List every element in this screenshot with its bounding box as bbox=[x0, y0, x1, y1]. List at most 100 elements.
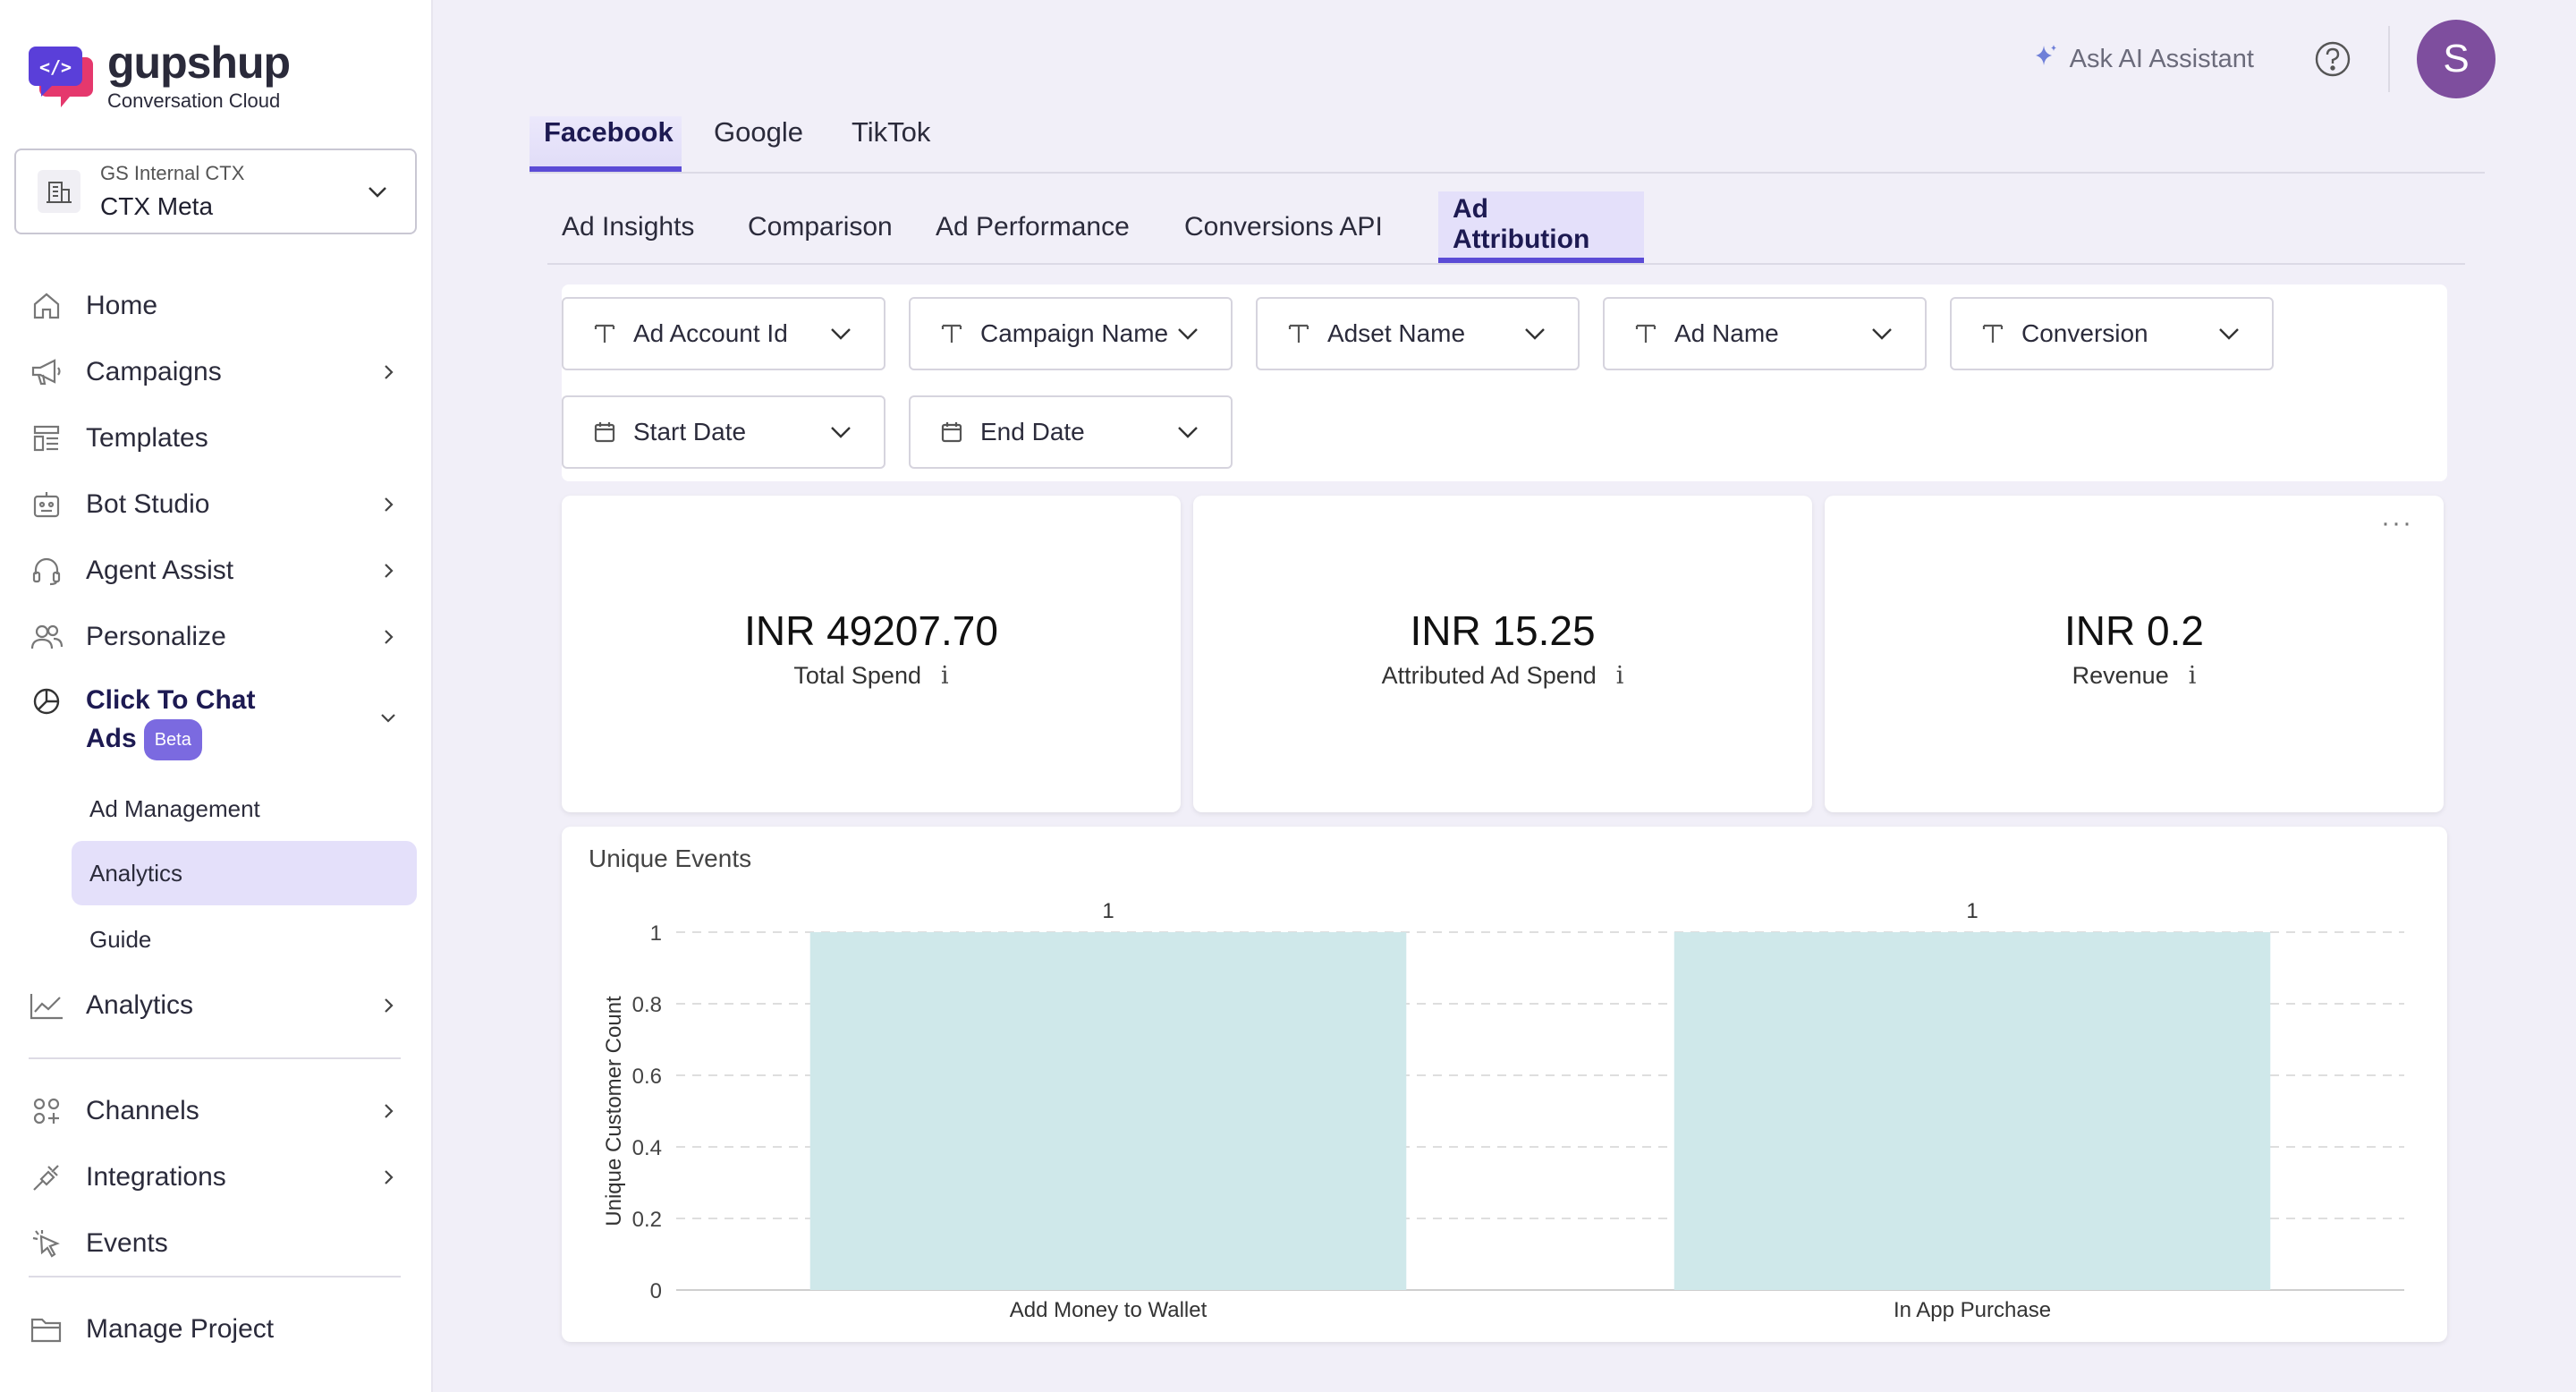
filter-ad-name[interactable]: Ad Name bbox=[1603, 297, 1927, 370]
chevron-right-icon bbox=[372, 555, 404, 587]
project-selector[interactable]: GS Internal CTX CTX Meta bbox=[14, 149, 417, 234]
more-options-icon[interactable]: ··· bbox=[2381, 508, 2413, 539]
tab-facebook[interactable]: Facebook bbox=[530, 116, 682, 172]
sidebar-item-label: Channels bbox=[86, 1096, 199, 1125]
chevron-down-icon bbox=[825, 416, 857, 448]
y-axis-label: Unique Customer Count bbox=[602, 996, 626, 1226]
kpi-value: INR 49207.70 bbox=[744, 607, 998, 654]
beta-badge: Beta bbox=[143, 719, 202, 760]
chevron-down-icon bbox=[372, 701, 404, 734]
filter-end-date[interactable]: End Date bbox=[909, 395, 1233, 469]
bar bbox=[809, 932, 1407, 1290]
chevron-right-icon bbox=[372, 1095, 404, 1127]
sidebar-item-analytics[interactable]: Analytics bbox=[29, 980, 404, 1031]
filter-ad-account-id[interactable]: Ad Account Id bbox=[562, 297, 886, 370]
sidebar-item-label: Bot Studio bbox=[86, 489, 210, 519]
ask-ai-label: Ask AI Assistant bbox=[2069, 44, 2254, 73]
filter-label: Ad Account Id bbox=[633, 319, 788, 347]
sidebar-item-label: Personalize bbox=[86, 622, 226, 651]
templates-icon bbox=[29, 420, 64, 456]
unique-events-bar-chart: 0 0.2 0.4 0.6 0.8 1 Unique Customer Count 1 Add … bbox=[602, 899, 2404, 1322]
filter-label: End Date bbox=[980, 418, 1085, 446]
chevron-down-icon[interactable] bbox=[360, 174, 395, 209]
users-icon bbox=[29, 619, 64, 655]
sidebar-item-click-to-chat-ads[interactable]: Click To Chat Ads Beta bbox=[29, 682, 404, 762]
sidebar-item-agent-assist[interactable]: Agent Assist bbox=[29, 546, 404, 596]
sidebar-subitem-label: Analytics bbox=[89, 859, 183, 887]
sidebar-item-manage-project[interactable]: Manage Project bbox=[29, 1304, 404, 1354]
tab-tiktok[interactable]: TikTok bbox=[837, 116, 945, 172]
kpi-label: Attributed Ad Spend bbox=[1381, 662, 1597, 689]
y-tick-label: 0.6 bbox=[632, 1065, 662, 1089]
filter-adset-name[interactable]: Adset Name bbox=[1256, 297, 1580, 370]
y-tick-label: 0.4 bbox=[632, 1136, 662, 1160]
info-icon[interactable]: i bbox=[941, 662, 949, 690]
sidebar-subitem-ad-management[interactable]: Ad Management bbox=[72, 777, 417, 841]
bot-icon bbox=[29, 487, 64, 522]
chevron-down-icon bbox=[825, 318, 857, 350]
chevron-down-icon bbox=[1172, 318, 1204, 350]
sidebar-item-templates[interactable]: Templates bbox=[29, 413, 404, 463]
filters-panel: Ad Account Id Campaign Name Adset Name A… bbox=[562, 284, 2447, 481]
sidebar-subitem-guide[interactable]: Guide bbox=[72, 907, 417, 972]
help-icon[interactable] bbox=[2313, 39, 2352, 79]
plug-icon bbox=[29, 1159, 64, 1195]
sidebar-item-campaigns[interactable]: Campaigns bbox=[29, 347, 404, 397]
tab-google[interactable]: Google bbox=[699, 116, 818, 172]
sidebar-item-integrations[interactable]: Integrations bbox=[29, 1152, 404, 1202]
text-type-icon bbox=[1980, 321, 2005, 346]
gupshup-logo-icon: </> bbox=[27, 39, 97, 109]
filter-label: Conversion bbox=[2021, 319, 2148, 347]
tab-ad-attribution[interactable]: Ad Attribution bbox=[1438, 191, 1644, 263]
sidebar-subitem-label: Guide bbox=[89, 925, 152, 953]
sidebar-item-events[interactable]: Events bbox=[29, 1218, 404, 1269]
filter-label: Campaign Name bbox=[980, 319, 1169, 347]
sidebar-item-channels[interactable]: Channels bbox=[29, 1086, 404, 1136]
filter-campaign-name[interactable]: Campaign Name bbox=[909, 297, 1233, 370]
avatar[interactable]: S bbox=[2417, 20, 2496, 98]
channels-icon bbox=[29, 1093, 64, 1129]
line-chart-icon bbox=[29, 988, 64, 1023]
platform-tabs: Facebook Google TikTok bbox=[530, 104, 2485, 174]
header-divider bbox=[2388, 26, 2390, 92]
x-tick-label: In App Purchase bbox=[1894, 1298, 2051, 1322]
ask-ai-assistant-button[interactable]: Ask AI Assistant bbox=[2032, 42, 2254, 76]
tab-comparison[interactable]: Comparison bbox=[733, 191, 907, 263]
folder-icon bbox=[29, 1311, 64, 1347]
tab-ad-insights[interactable]: Ad Insights bbox=[547, 191, 708, 263]
sidebar-subitem-label: Ad Management bbox=[89, 794, 260, 822]
tab-conversions-api[interactable]: Conversions API bbox=[1170, 191, 1397, 263]
sidebar: </> gupshup Conversation Cloud GS Intern… bbox=[0, 0, 433, 1392]
kpi-card-total-spend: INR 49207.70 Total Spend i bbox=[562, 496, 1181, 812]
sidebar-item-label: Templates bbox=[86, 423, 208, 453]
sidebar-item-label: Campaigns bbox=[86, 357, 222, 386]
kpi-value: INR 15.25 bbox=[1410, 607, 1596, 654]
info-icon[interactable]: i bbox=[2189, 662, 2197, 690]
filter-start-date[interactable]: Start Date bbox=[562, 395, 886, 469]
filter-label: Start Date bbox=[633, 418, 747, 446]
chevron-down-icon bbox=[1172, 416, 1204, 448]
tab-ad-performance[interactable]: Ad Performance bbox=[921, 191, 1144, 263]
info-icon[interactable]: i bbox=[1616, 662, 1624, 690]
building-icon bbox=[38, 170, 80, 213]
sidebar-item-label: Analytics bbox=[86, 990, 194, 1020]
filter-label: Ad Name bbox=[1674, 319, 1779, 347]
text-type-icon bbox=[592, 321, 617, 346]
sidebar-item-label: Home bbox=[86, 291, 158, 320]
filter-conversion[interactable]: Conversion bbox=[1950, 297, 2274, 370]
calendar-icon bbox=[939, 420, 964, 445]
sidebar-item-home[interactable]: Home bbox=[29, 281, 404, 331]
bar bbox=[1674, 932, 2271, 1290]
sidebar-item-bot-studio[interactable]: Bot Studio bbox=[29, 480, 404, 530]
sidebar-subitem-analytics[interactable]: Analytics bbox=[72, 841, 417, 905]
filter-label: Adset Name bbox=[1327, 319, 1466, 347]
chevron-right-icon bbox=[372, 621, 404, 653]
calendar-icon bbox=[592, 420, 617, 445]
sidebar-item-personalize[interactable]: Personalize bbox=[29, 612, 404, 662]
kpi-label: Total Spend bbox=[793, 662, 921, 689]
sidebar-item-label: Manage Project bbox=[86, 1314, 275, 1344]
y-tick-label: 0.8 bbox=[632, 993, 662, 1017]
brand-logo[interactable]: </> gupshup Conversation Cloud bbox=[27, 39, 291, 113]
project-org: GS Internal CTX bbox=[100, 162, 245, 184]
sidebar-divider bbox=[29, 1057, 401, 1059]
